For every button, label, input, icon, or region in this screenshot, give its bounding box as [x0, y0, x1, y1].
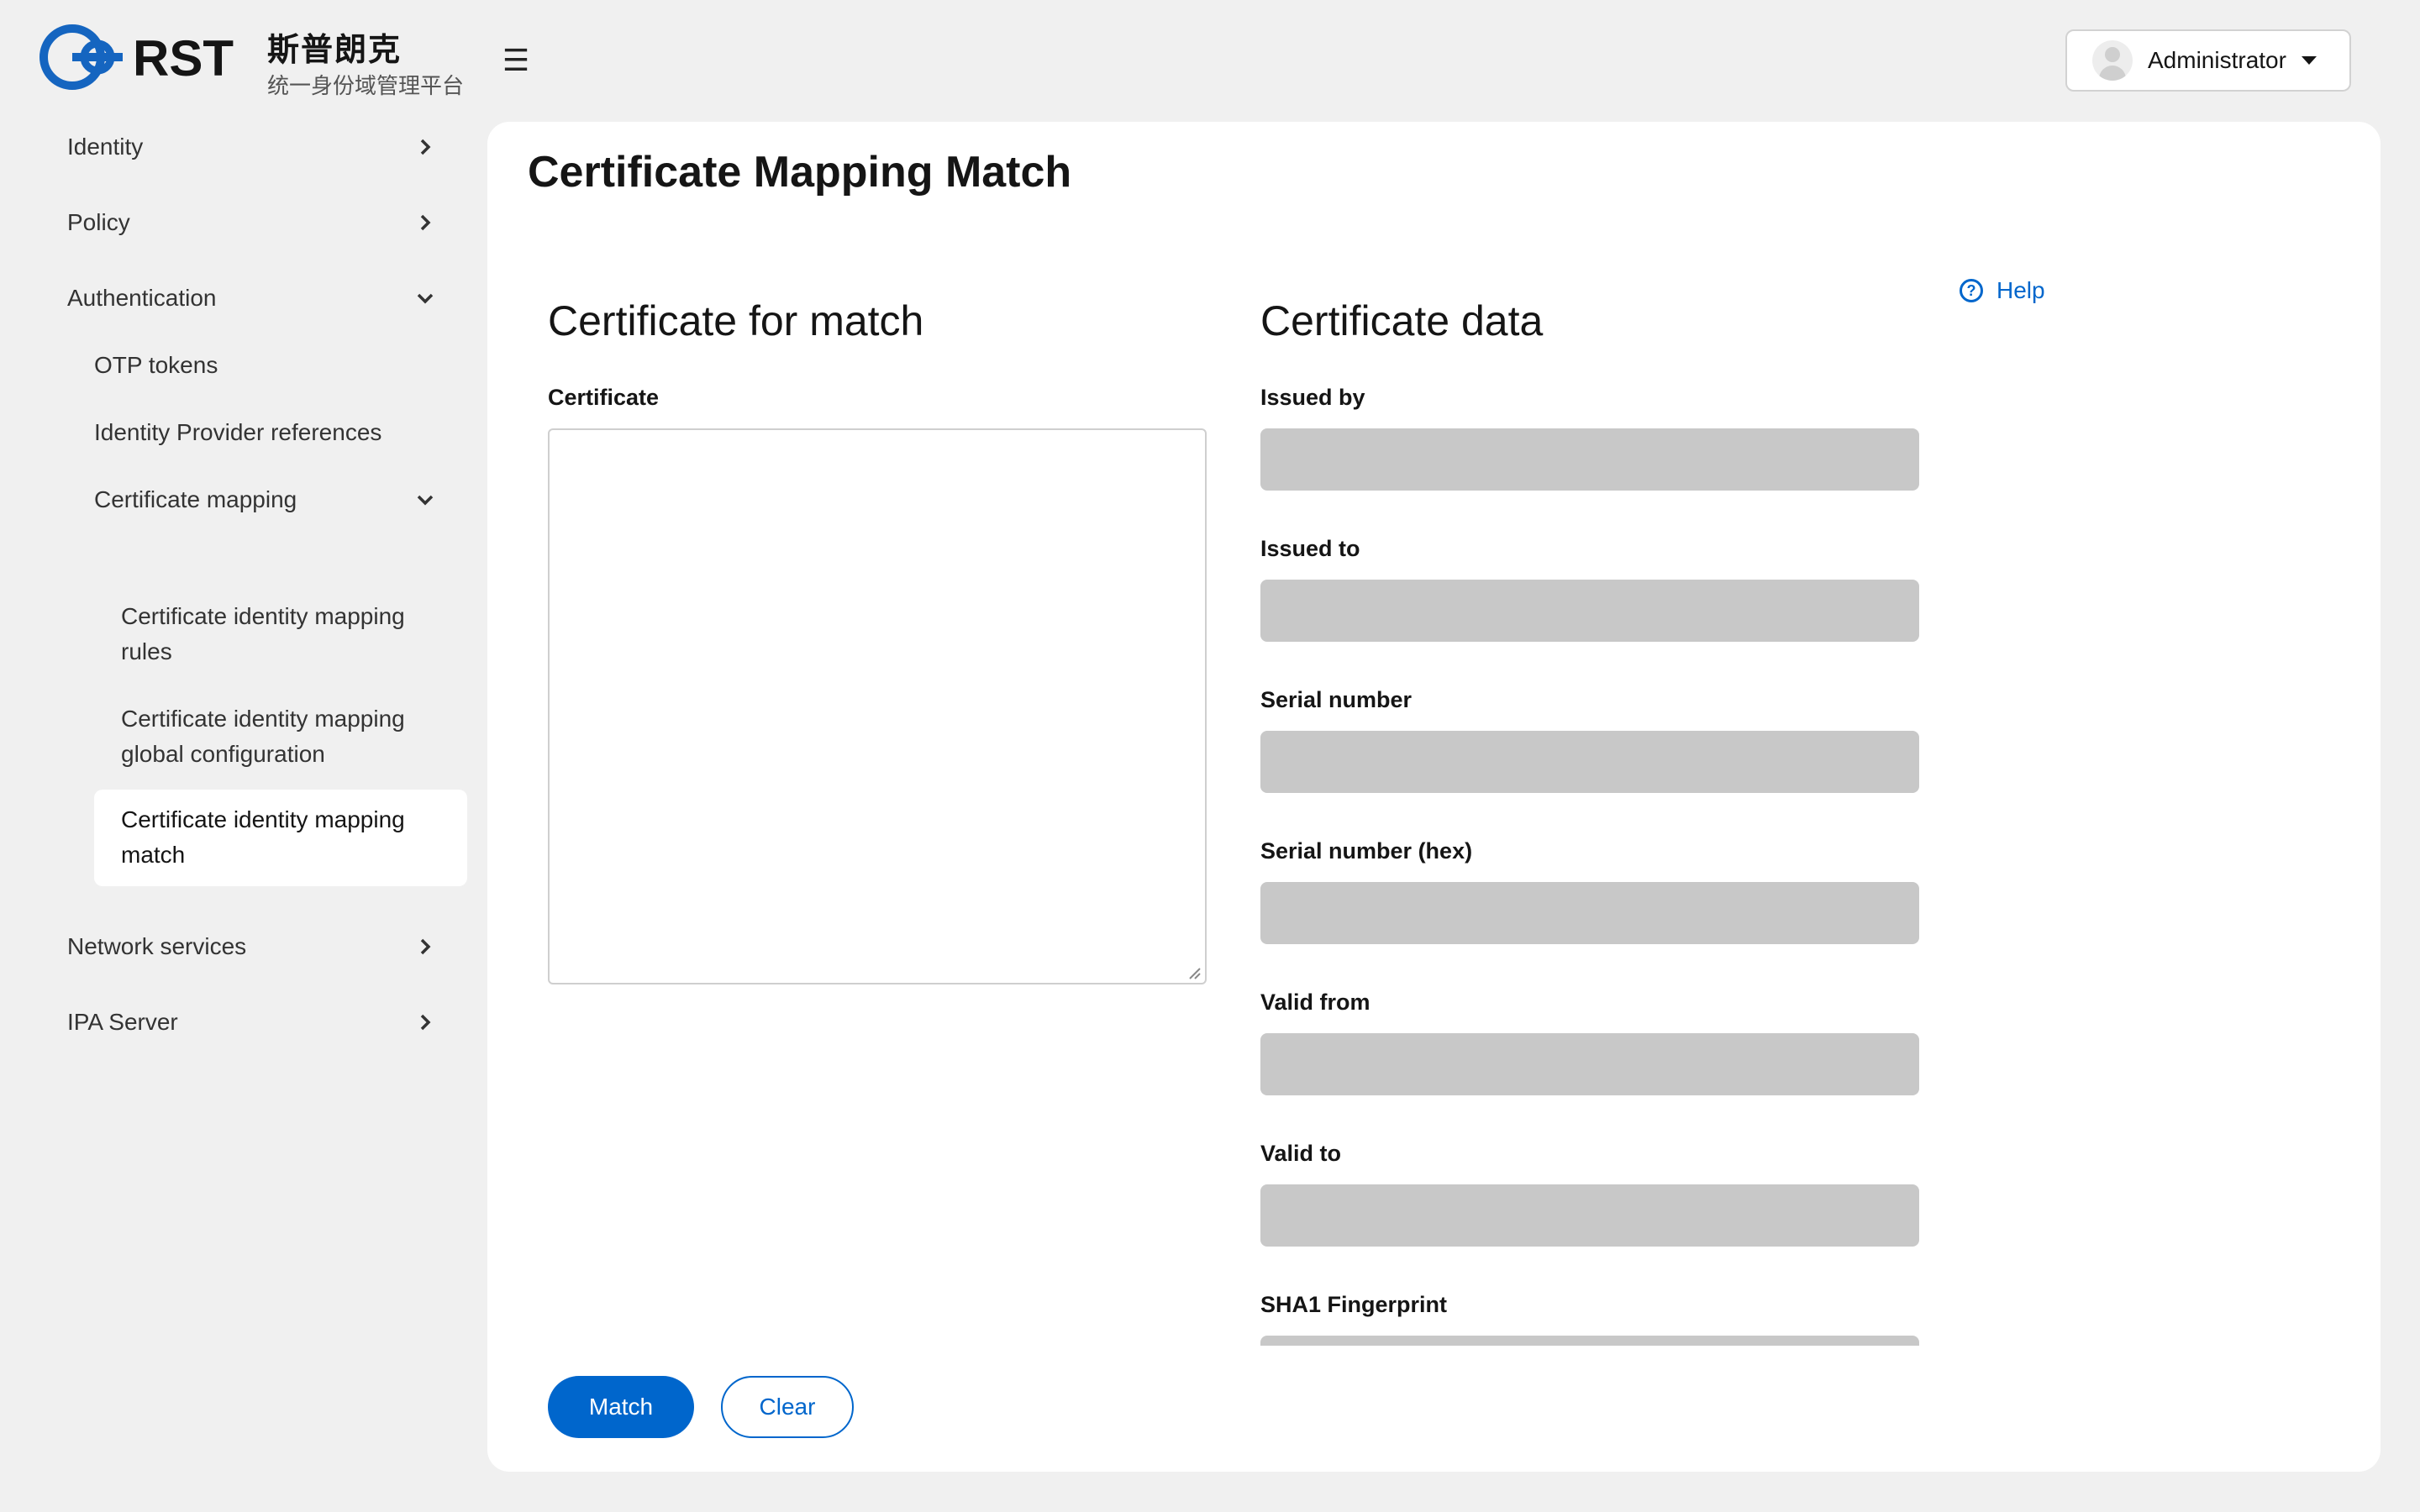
valid-to-label: Valid to: [1260, 1141, 1342, 1166]
sidebar-item-otp-tokens[interactable]: OTP tokens: [94, 340, 437, 391]
sidebar-item-cert-mapping-global-config[interactable]: Certificate identity mapping global conf…: [121, 701, 407, 772]
chevron-right-icon: [420, 1014, 431, 1031]
certificate-label: Certificate: [548, 385, 660, 410]
serial-number-hex-field: [1260, 882, 1919, 944]
chevron-down-icon: [417, 293, 434, 304]
section-title-certificate-data: Certificate data: [1260, 297, 1544, 344]
sidebar-item-label: IPA Server: [67, 1009, 178, 1035]
sidebar-item-authentication[interactable]: Authentication: [67, 273, 437, 323]
sidebar-item-label: Authentication: [67, 285, 217, 311]
resize-grip-icon[interactable]: [1186, 965, 1202, 980]
sidebar-item-label: Certificate identity mapping rules: [121, 603, 405, 664]
user-dropdown[interactable]: Administrator: [2065, 29, 2351, 92]
sidebar-item-network-services[interactable]: Network services: [67, 921, 437, 972]
serial-number-label: Serial number: [1260, 687, 1413, 712]
match-button[interactable]: Match: [548, 1376, 694, 1438]
chevron-down-icon: [417, 495, 434, 506]
issued-to-label: Issued to: [1260, 536, 1360, 561]
chevron-right-icon: [420, 139, 431, 155]
sidebar-item-label: Identity: [67, 134, 144, 160]
chevron-right-icon: [420, 214, 431, 231]
chevron-right-icon: [420, 938, 431, 955]
brand-name: 斯普朗克: [267, 31, 402, 68]
sidebar-item-label: Policy: [67, 209, 130, 235]
user-avatar-icon: [2092, 40, 2133, 81]
hamburger-icon[interactable]: ☰: [501, 40, 531, 81]
help-circle-icon: ?: [1960, 279, 1983, 302]
sha1-fingerprint-field-clipped: [1260, 1336, 1919, 1346]
sha1-fingerprint-field: [1260, 1336, 1919, 1346]
brand-subtitle: 统一身份域管理平台: [267, 74, 465, 99]
certificate-textarea[interactable]: [548, 428, 1207, 984]
serial-number-field: [1260, 731, 1919, 793]
section-title-certificate-for-match: Certificate for match: [548, 297, 924, 344]
sidebar-item-label: Certificate mapping: [94, 486, 297, 512]
logo-text: RST: [133, 30, 234, 87]
issued-by-label: Issued by: [1260, 385, 1365, 410]
sidebar-item-label: Certificate identity mapping global conf…: [121, 706, 405, 767]
main-panel: Certificate Mapping Match ? Help Certifi…: [487, 122, 2381, 1472]
valid-from-label: Valid from: [1260, 990, 1370, 1015]
sidebar-item-certificate-mapping[interactable]: Certificate mapping: [94, 475, 437, 525]
clear-button[interactable]: Clear: [721, 1376, 854, 1438]
sidebar-item-label: OTP tokens: [94, 352, 218, 378]
sidebar-item-identity[interactable]: Identity: [67, 122, 437, 172]
sidebar-item-cert-mapping-rules[interactable]: Certificate identity mapping rules: [121, 599, 407, 669]
user-name: Administrator: [2148, 47, 2286, 73]
valid-from-field: [1260, 1033, 1919, 1095]
serial-number-hex-label: Serial number (hex): [1260, 838, 1473, 864]
sidebar-item-policy[interactable]: Policy: [67, 197, 437, 248]
rst-logo: RST: [39, 24, 234, 90]
caret-down-icon: [2301, 56, 2317, 65]
sha1-fingerprint-label: SHA1 Fingerprint: [1260, 1292, 1448, 1317]
sidebar-item-ipa-server[interactable]: IPA Server: [67, 997, 437, 1047]
sidebar-item-label: Identity Provider references: [94, 419, 382, 445]
help-label: Help: [1996, 277, 2045, 303]
issued-by-field: [1260, 428, 1919, 491]
valid-to-field: [1260, 1184, 1919, 1247]
issued-to-field: [1260, 580, 1919, 642]
sidebar-item-label: Network services: [67, 933, 247, 959]
sidebar-item-identity-provider-references[interactable]: Identity Provider references: [94, 407, 437, 458]
help-link[interactable]: ? Help: [1960, 277, 2045, 304]
sidebar-item-label: Certificate identity mapping match: [121, 806, 405, 868]
page-title: Certificate Mapping Match: [528, 148, 1072, 197]
